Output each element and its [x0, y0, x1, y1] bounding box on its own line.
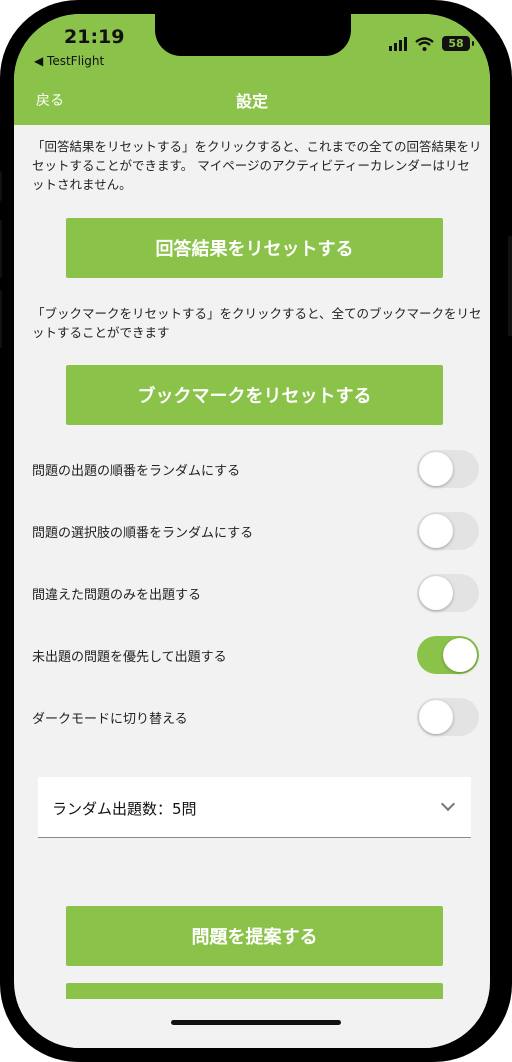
wifi-icon — [415, 36, 434, 51]
toggle-row-wrong-only: 間違えた問題のみを出題する — [14, 573, 490, 613]
status-icons: 58 — [389, 36, 474, 51]
unanswered-first-toggle[interactable] — [417, 636, 479, 674]
toggle-label: 間違えた問題のみを出題する — [32, 588, 202, 603]
toggle-label: ダークモードに切り替える — [32, 712, 188, 727]
toggle-knob — [419, 700, 453, 734]
reset-bookmarks-description: 「ブックマークをリセットする」をクリックすると、全てのブックマークをリセットする… — [32, 306, 482, 340]
toggle-knob — [419, 452, 453, 486]
random-choices-toggle[interactable] — [417, 512, 479, 550]
reset-answers-button[interactable]: 回答結果をリセットする — [66, 218, 443, 278]
toggle-row-random-choices: 問題の選択肢の順番をランダムにする — [14, 511, 490, 551]
power-button — [508, 236, 512, 336]
page-title: 設定 — [235, 92, 268, 111]
reset-answers-description: 「回答結果をリセットする」をクリックすると、これまでの全ての回答結果をリセットす… — [32, 139, 482, 192]
toggle-row-dark-mode: ダークモードに切り替える — [14, 697, 490, 737]
volume-up-button — [0, 220, 2, 278]
toggle-knob — [419, 514, 453, 548]
back-to-app-link[interactable]: ◀ TestFlight — [34, 54, 104, 68]
toggle-label: 問題の選択肢の順番をランダムにする — [32, 526, 254, 541]
toggle-label: 問題の出題の順番をランダムにする — [32, 464, 241, 479]
toggle-knob — [443, 638, 477, 672]
chevron-down-icon — [440, 796, 456, 812]
dark-mode-toggle[interactable] — [417, 698, 479, 736]
cellular-signal-icon — [389, 36, 407, 51]
toggle-row-random-order: 問題の出題の順番をランダムにする — [14, 449, 490, 489]
toggle-row-unanswered-first: 未出題の問題を優先して出題する — [14, 635, 490, 675]
settings-content: 「回答結果をリセットする」をクリックすると、これまでの全ての回答結果をリセットす… — [14, 125, 490, 1048]
mute-switch — [0, 171, 2, 201]
screen: 21:19 ◀ TestFlight 58 戻る 設定 「回答結果をリセットする… — [14, 14, 490, 1048]
random-count-value: ランダム出題数：5問 — [52, 800, 197, 818]
notch — [155, 14, 351, 56]
toggle-knob — [419, 576, 453, 610]
random-count-select[interactable]: ランダム出題数：5問 — [38, 777, 471, 838]
wrong-only-toggle[interactable] — [417, 574, 479, 612]
reset-bookmarks-button[interactable]: ブックマークをリセットする — [66, 365, 443, 425]
toggle-label: 未出題の問題を優先して出題する — [32, 650, 227, 665]
status-time: 21:19 — [64, 26, 125, 48]
random-order-toggle[interactable] — [417, 450, 479, 488]
volume-down-button — [0, 290, 2, 348]
suggest-question-button[interactable]: 問題を提案する — [66, 906, 443, 966]
home-indicator[interactable] — [171, 1020, 341, 1025]
battery-icon: 58 — [442, 36, 474, 51]
